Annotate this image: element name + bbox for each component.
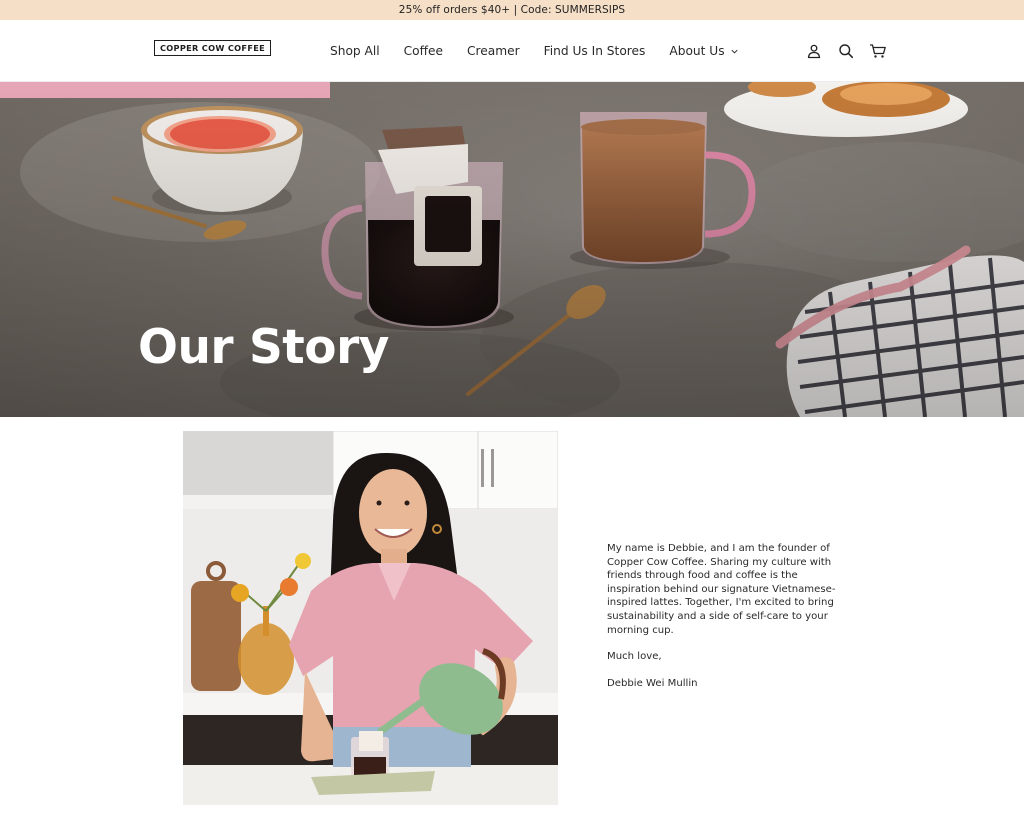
nav-creamer[interactable]: Creamer: [467, 44, 520, 58]
main-nav: Shop All Coffee Creamer Find Us In Store…: [330, 20, 763, 82]
account-icon[interactable]: [804, 41, 824, 61]
story-paragraph: My name is Debbie, and I am the founder …: [607, 543, 836, 636]
founder-photo: [183, 431, 558, 805]
nav-label: Shop All: [330, 44, 380, 58]
chevron-down-icon: [731, 49, 738, 54]
nav-label: Creamer: [467, 44, 520, 58]
nav-label: Coffee: [403, 44, 444, 58]
nav-about-us[interactable]: About Us: [669, 44, 738, 58]
site-header: COPPER COW COFFEE Shop All Coffee Creame…: [0, 20, 1024, 82]
logo-text: COPPER COW COFFEE: [159, 43, 265, 53]
nav-shop-all[interactable]: Shop All: [330, 44, 380, 58]
nav-label: Find Us In Stores: [543, 44, 646, 58]
announcement-bar[interactable]: 25% off orders $40+ | Code: SUMMERSIPS: [0, 0, 1024, 20]
cart-icon[interactable]: [868, 41, 888, 61]
hero-banner: Our Story: [0, 82, 1024, 417]
story-signature: Debbie Wei Mullin: [607, 677, 698, 689]
story-signoff: Much love,: [607, 651, 662, 663]
announcement-text: 25% off orders $40+ | Code: SUMMERSIPS: [398, 4, 626, 16]
nav-coffee[interactable]: Coffee: [404, 44, 443, 58]
search-icon[interactable]: [836, 41, 856, 61]
brand-logo[interactable]: COPPER COW COFFEE: [154, 40, 271, 56]
page-title: Our Story: [138, 320, 389, 375]
founder-story: My name is Debbie, and I am the founder …: [607, 542, 839, 703]
nav-find-us-in-stores[interactable]: Find Us In Stores: [544, 44, 646, 58]
header-icons: [804, 20, 888, 82]
nav-label: About Us: [669, 44, 725, 58]
